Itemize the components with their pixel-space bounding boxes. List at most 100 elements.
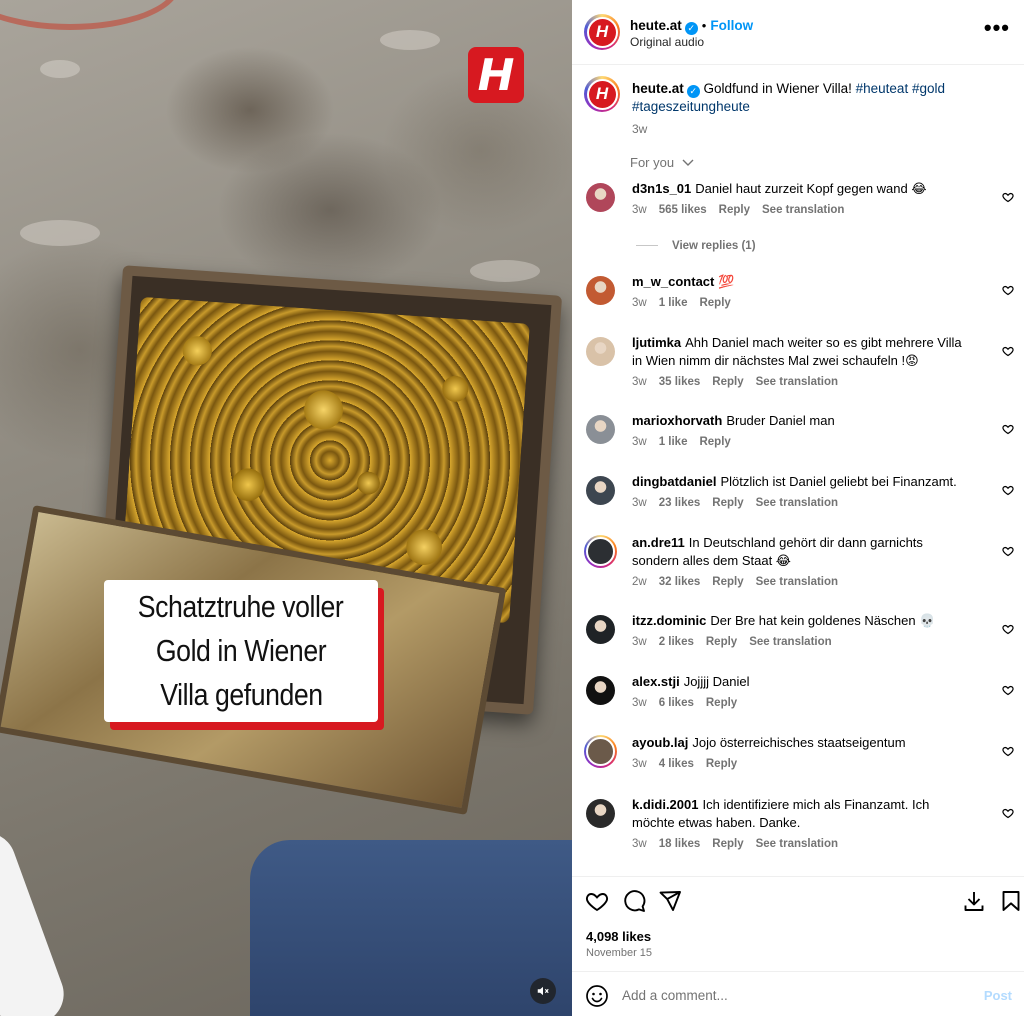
comment-like-heart-icon[interactable] <box>1002 422 1014 435</box>
comment-like-heart-icon[interactable] <box>1002 544 1014 557</box>
post-media[interactable]: H Schatztruhe voller Gold in Wiener Vill… <box>0 0 572 1016</box>
avatar[interactable] <box>586 337 615 366</box>
comment-time[interactable]: 3w <box>632 697 647 709</box>
comment-username[interactable]: alex.stji <box>632 674 680 689</box>
download-icon[interactable] <box>962 889 986 913</box>
post-comment-button[interactable]: Post <box>984 988 1012 1003</box>
comment-like-count[interactable]: 6 likes <box>659 697 694 709</box>
reply-button[interactable]: Reply <box>712 497 743 509</box>
comment-like-heart-icon[interactable] <box>1002 744 1014 757</box>
comment-username[interactable]: itzz.dominic <box>632 613 706 628</box>
caption-time[interactable]: 3w <box>632 122 992 136</box>
hashtag-link[interactable]: #heuteat <box>856 81 909 96</box>
like-count[interactable]: 4,098 likes <box>586 929 651 944</box>
header-username[interactable]: heute.at <box>630 18 682 33</box>
comment-like-heart-icon[interactable] <box>1002 622 1014 635</box>
avatar[interactable]: H <box>584 76 620 112</box>
comment-time[interactable]: 3w <box>632 636 647 648</box>
audio-label[interactable]: Original audio <box>630 35 704 49</box>
comment-time[interactable]: 3w <box>632 838 647 850</box>
comment-like-count[interactable]: 35 likes <box>659 376 701 388</box>
see-translation-button[interactable]: See translation <box>756 497 838 509</box>
avatar[interactable] <box>584 735 617 768</box>
comment-like-count[interactable]: 23 likes <box>659 497 701 509</box>
avatar[interactable] <box>586 476 615 505</box>
comment-like-heart-icon[interactable] <box>1002 344 1014 357</box>
comment-body: ayoub.laj Jojo österreichisches staatseig… <box>632 734 972 770</box>
avatar[interactable]: H <box>584 14 620 50</box>
comment-username[interactable]: d3n1s_01 <box>632 181 691 196</box>
view-replies-button[interactable]: View replies (1) <box>636 240 756 252</box>
comment-like-count[interactable]: 1 like <box>659 297 688 309</box>
comment-like-count[interactable]: 565 likes <box>659 204 707 216</box>
reply-button[interactable]: Reply <box>699 297 730 309</box>
comment-like-count[interactable]: 32 likes <box>659 576 701 588</box>
reply-button[interactable]: Reply <box>712 576 743 588</box>
comment-username[interactable]: m_w_contact <box>632 274 714 289</box>
caption-username[interactable]: heute.at <box>632 81 684 96</box>
caption-line: Villa gefunden <box>159 677 323 712</box>
comments-scroll-area[interactable]: H heute.at ✓ Goldfund in Wiener Villa! #h… <box>572 66 1024 876</box>
comment-bubble-icon[interactable] <box>622 889 646 913</box>
avatar[interactable] <box>586 676 615 705</box>
avatar[interactable] <box>586 276 615 305</box>
comment-time[interactable]: 3w <box>632 297 647 309</box>
post-date[interactable]: November 15 <box>586 947 652 959</box>
comment-time[interactable]: 3w <box>632 758 647 770</box>
reply-button[interactable]: Reply <box>706 697 737 709</box>
emoji-icon[interactable] <box>585 984 609 1008</box>
comment-time[interactable]: 3w <box>632 376 647 388</box>
post-header: H heute.at ✓ • Follow Original audio ••• <box>572 0 1024 65</box>
video-caption-overlay: Schatztruhe voller Gold in Wiener Villa … <box>104 580 378 722</box>
comment-username[interactable]: an.dre11 <box>632 535 685 550</box>
like-heart-icon[interactable] <box>585 889 609 913</box>
hashtag-link[interactable]: #gold <box>912 81 945 96</box>
comment-time[interactable]: 2w <box>632 576 647 588</box>
comment-username[interactable]: k.didi.2001 <box>632 797 698 812</box>
comment-like-count[interactable]: 18 likes <box>659 838 701 850</box>
mute-button[interactable] <box>530 978 556 1004</box>
comment-username[interactable]: ayoub.laj <box>632 735 688 750</box>
comment-like-heart-icon[interactable] <box>1002 190 1014 203</box>
comment-like-heart-icon[interactable] <box>1002 283 1014 296</box>
see-translation-button[interactable]: See translation <box>756 576 838 588</box>
see-translation-button[interactable]: See translation <box>749 636 831 648</box>
see-translation-button[interactable]: See translation <box>756 376 838 388</box>
comment-meta: 3w 18 likes Reply See translation <box>632 838 972 850</box>
comment-like-count[interactable]: 4 likes <box>659 758 694 770</box>
follow-button[interactable]: Follow <box>710 18 753 33</box>
reply-button[interactable]: Reply <box>706 758 737 770</box>
comment-sort-dropdown[interactable]: For you <box>630 155 694 170</box>
comment-like-count[interactable]: 2 likes <box>659 636 694 648</box>
more-options-icon[interactable]: ••• <box>984 17 1010 39</box>
comment-like-heart-icon[interactable] <box>1002 806 1014 819</box>
hashtag-link[interactable]: #tageszeitungheute <box>632 99 750 114</box>
floor-texture <box>40 60 80 78</box>
comment-username[interactable]: dingbatdaniel <box>632 474 717 489</box>
avatar[interactable] <box>586 415 615 444</box>
comment-meta: 3w 6 likes Reply <box>632 697 972 709</box>
reply-button[interactable]: Reply <box>719 204 750 216</box>
see-translation-button[interactable]: See translation <box>762 204 844 216</box>
reply-button[interactable]: Reply <box>712 376 743 388</box>
share-send-icon[interactable] <box>658 889 682 913</box>
reply-button[interactable]: Reply <box>712 838 743 850</box>
avatar[interactable] <box>586 799 615 828</box>
avatar[interactable] <box>586 183 615 212</box>
comment-like-heart-icon[interactable] <box>1002 483 1014 496</box>
comment-username[interactable]: ljutimka <box>632 335 681 350</box>
comment-like-count[interactable]: 1 like <box>659 436 688 448</box>
reply-button[interactable]: Reply <box>706 636 737 648</box>
post-actions: 4,098 likes November 15 <box>572 876 1024 971</box>
see-translation-button[interactable]: See translation <box>756 838 838 850</box>
comment-like-heart-icon[interactable] <box>1002 683 1014 696</box>
avatar[interactable] <box>584 535 617 568</box>
avatar[interactable] <box>586 615 615 644</box>
comment-time[interactable]: 3w <box>632 204 647 216</box>
bookmark-icon[interactable] <box>999 889 1023 913</box>
comment-username[interactable]: marioxhorvath <box>632 413 722 428</box>
reply-button[interactable]: Reply <box>699 436 730 448</box>
comment-time[interactable]: 3w <box>632 497 647 509</box>
comment-input[interactable] <box>622 984 962 1006</box>
comment-time[interactable]: 3w <box>632 436 647 448</box>
